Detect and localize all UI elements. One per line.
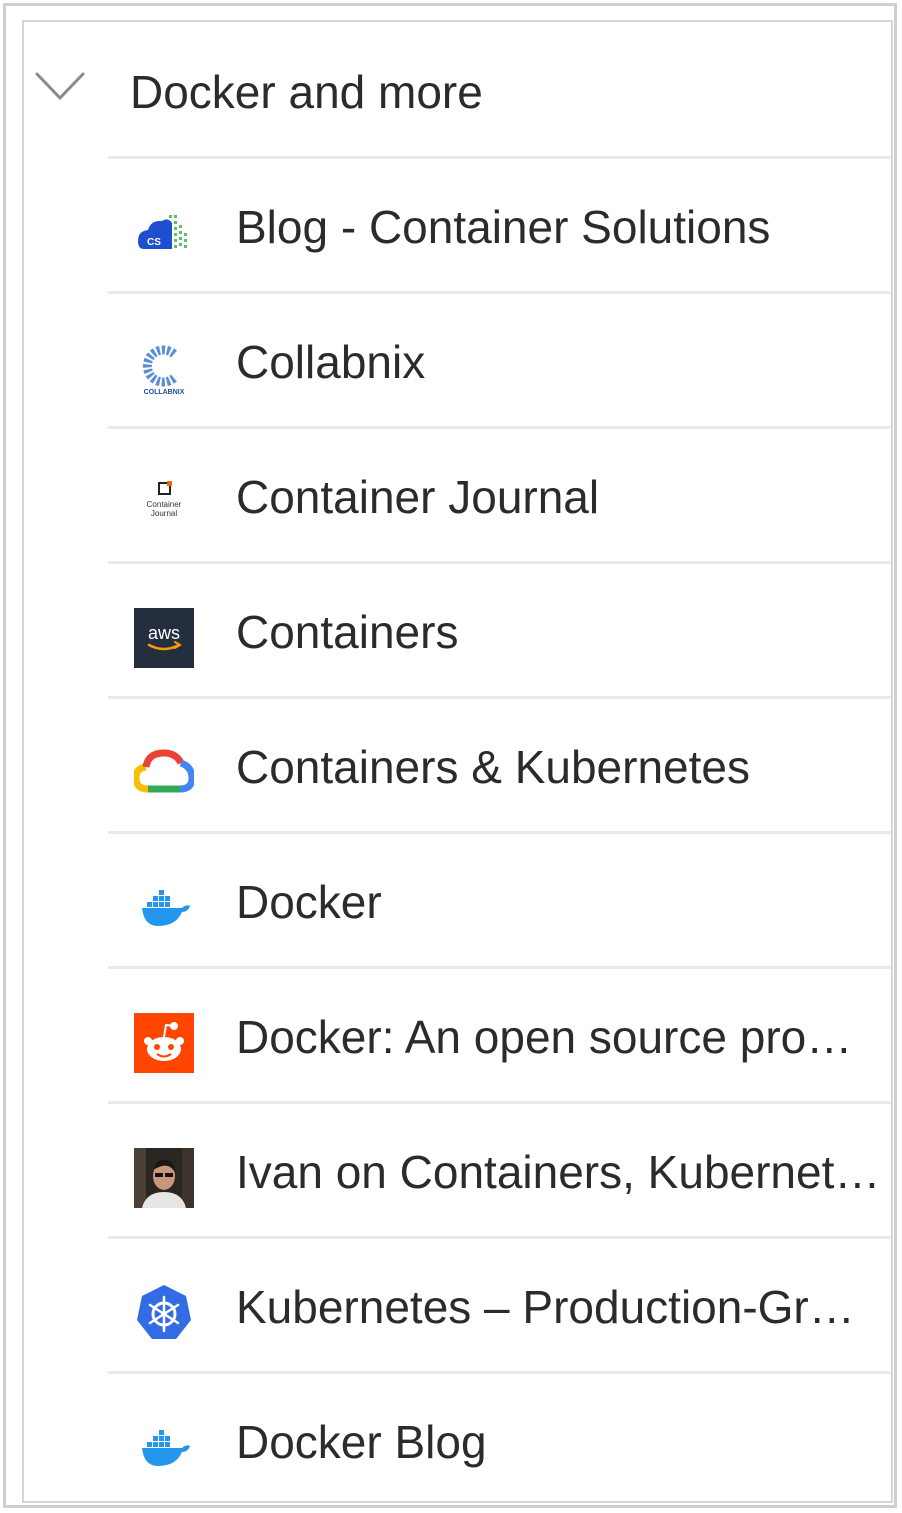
bookmark-label: Containers & Kubernetes bbox=[236, 741, 750, 793]
container-solutions-icon: CS bbox=[138, 215, 187, 249]
kubernetes-icon bbox=[137, 1285, 191, 1339]
container-journal-icon: Container Journal bbox=[147, 481, 182, 518]
bookmark-item[interactable]: aws Containers bbox=[108, 561, 891, 696]
bookmark-item[interactable]: Kubernetes – Production-Gr… bbox=[108, 1236, 891, 1371]
bookmark-label: Docker Blog bbox=[236, 1416, 487, 1468]
avatar-photo-icon bbox=[134, 1148, 194, 1208]
svg-text:Container: Container bbox=[147, 500, 182, 509]
bookmarks-panel: Docker and more CS Blog - Container Solu… bbox=[3, 3, 897, 1508]
bookmark-label: Ivan on Containers, Kubernet… bbox=[236, 1146, 881, 1198]
svg-text:COLLABNIX: COLLABNIX bbox=[144, 389, 185, 396]
bookmark-label: Docker bbox=[236, 876, 382, 928]
bookmark-item[interactable]: COLLABNIX Collabnix bbox=[108, 291, 891, 426]
docker-icon bbox=[142, 890, 190, 926]
folder-title: Docker and more bbox=[130, 66, 483, 118]
bookmark-label: Blog - Container Solutions bbox=[236, 201, 771, 253]
bookmark-item[interactable]: Docker: An open source pro… bbox=[108, 966, 891, 1101]
svg-text:CS: CS bbox=[147, 237, 161, 248]
svg-text:aws: aws bbox=[148, 623, 180, 643]
collabnix-icon: COLLABNIX bbox=[142, 345, 185, 396]
bookmark-label: Docker: An open source pro… bbox=[236, 1011, 853, 1063]
folder-header[interactable]: Docker and more bbox=[24, 22, 891, 158]
docker-icon bbox=[142, 1430, 190, 1466]
bookmark-item[interactable]: Docker Blog bbox=[108, 1371, 891, 1501]
svg-text:Journal: Journal bbox=[151, 509, 177, 518]
bookmark-item[interactable]: Docker bbox=[108, 831, 891, 966]
chevron-down-icon[interactable] bbox=[34, 70, 86, 104]
bookmark-item[interactable]: CS Blog - Container Solutions bbox=[108, 156, 891, 291]
bookmark-item[interactable]: Ivan on Containers, Kubernet… bbox=[108, 1101, 891, 1236]
reddit-icon bbox=[134, 1013, 194, 1073]
bookmark-label: Container Journal bbox=[236, 471, 600, 523]
bookmark-item[interactable]: Container Journal Container Journal bbox=[108, 426, 891, 561]
bookmark-label: Containers bbox=[236, 606, 459, 658]
google-cloud-icon bbox=[134, 749, 194, 793]
bookmark-item[interactable]: Containers & Kubernetes bbox=[108, 696, 891, 831]
bookmark-label: Collabnix bbox=[236, 336, 426, 388]
bookmark-label: Kubernetes – Production-Gr… bbox=[236, 1281, 855, 1333]
aws-icon: aws bbox=[134, 608, 194, 668]
bookmarks-list: Docker and more CS Blog - Container Solu… bbox=[22, 20, 893, 1503]
